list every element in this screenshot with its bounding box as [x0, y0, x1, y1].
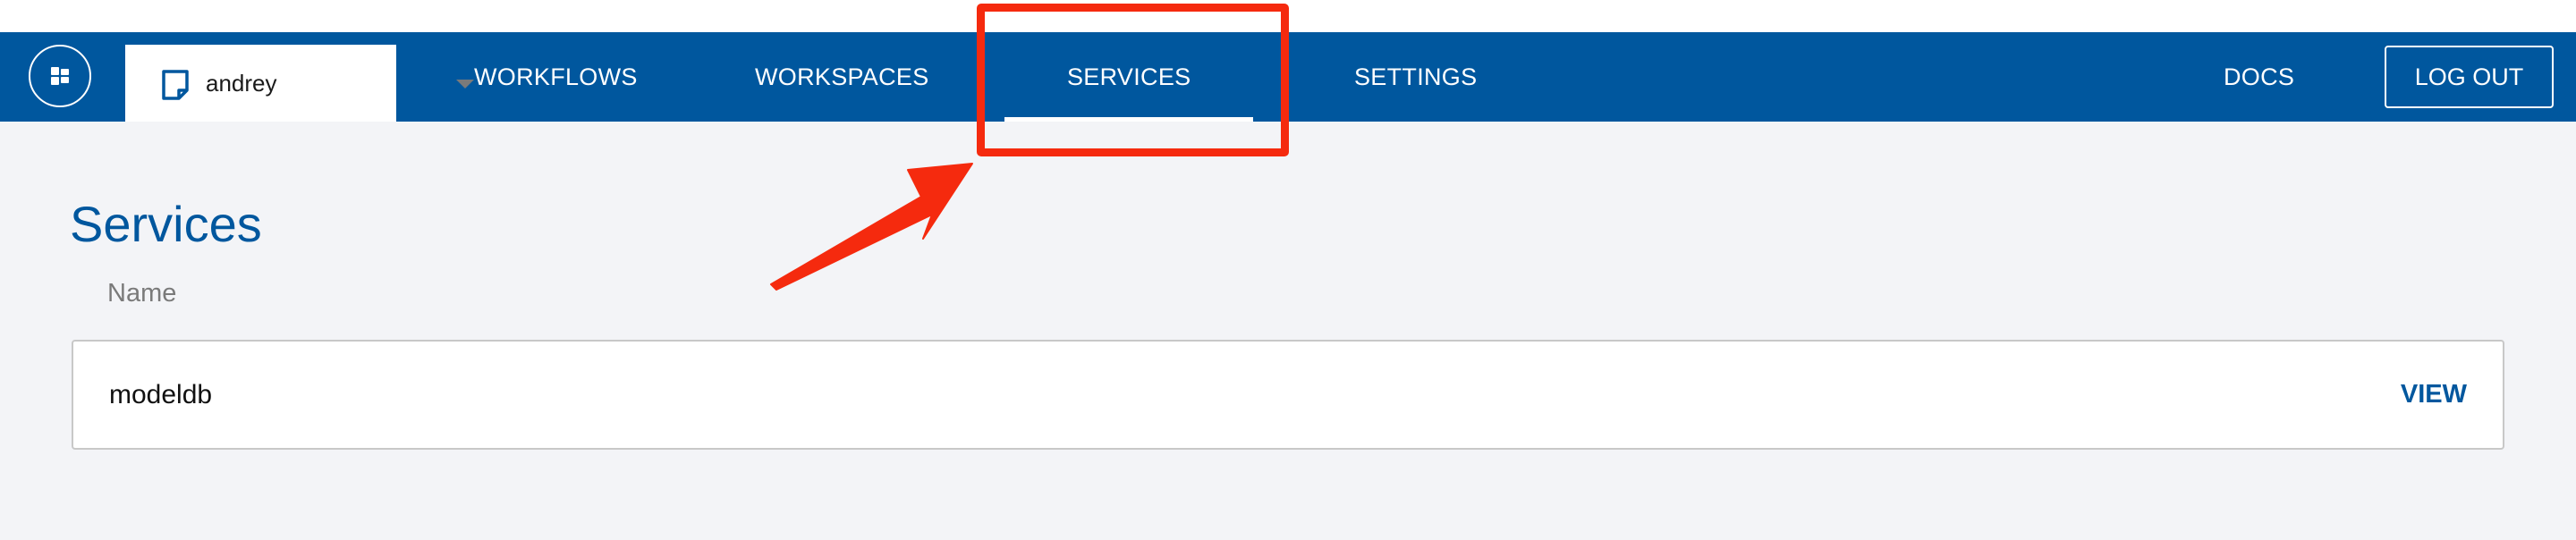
top-navbar: andrey WORKFLOWS WORKSPACES SERVICES SET…: [0, 32, 2576, 122]
top-strip: [0, 0, 2576, 32]
logout-button[interactable]: LOG OUT: [2385, 46, 2554, 108]
workspace-name: andrey: [206, 70, 277, 97]
tab-workflows[interactable]: WORKFLOWS: [474, 32, 638, 122]
caret-down-icon: [456, 80, 474, 89]
page-title: Services: [70, 196, 262, 252]
tab-settings[interactable]: SETTINGS: [1354, 32, 1477, 122]
app-logo-icon: [51, 67, 69, 85]
workspace-selector[interactable]: andrey: [125, 45, 474, 122]
service-row: modeldb VIEW: [72, 340, 2504, 450]
page: andrey WORKFLOWS WORKSPACES SERVICES SET…: [0, 0, 2576, 540]
home-logo-button[interactable]: [29, 45, 91, 107]
column-header-name: Name: [107, 279, 177, 308]
docs-link[interactable]: DOCS: [2224, 32, 2294, 122]
service-name: modeldb: [109, 380, 213, 409]
tab-workspaces[interactable]: WORKSPACES: [755, 32, 929, 122]
view-service-button[interactable]: VIEW: [2401, 342, 2467, 448]
tab-services[interactable]: SERVICES: [1004, 32, 1255, 122]
document-icon: [162, 70, 189, 100]
